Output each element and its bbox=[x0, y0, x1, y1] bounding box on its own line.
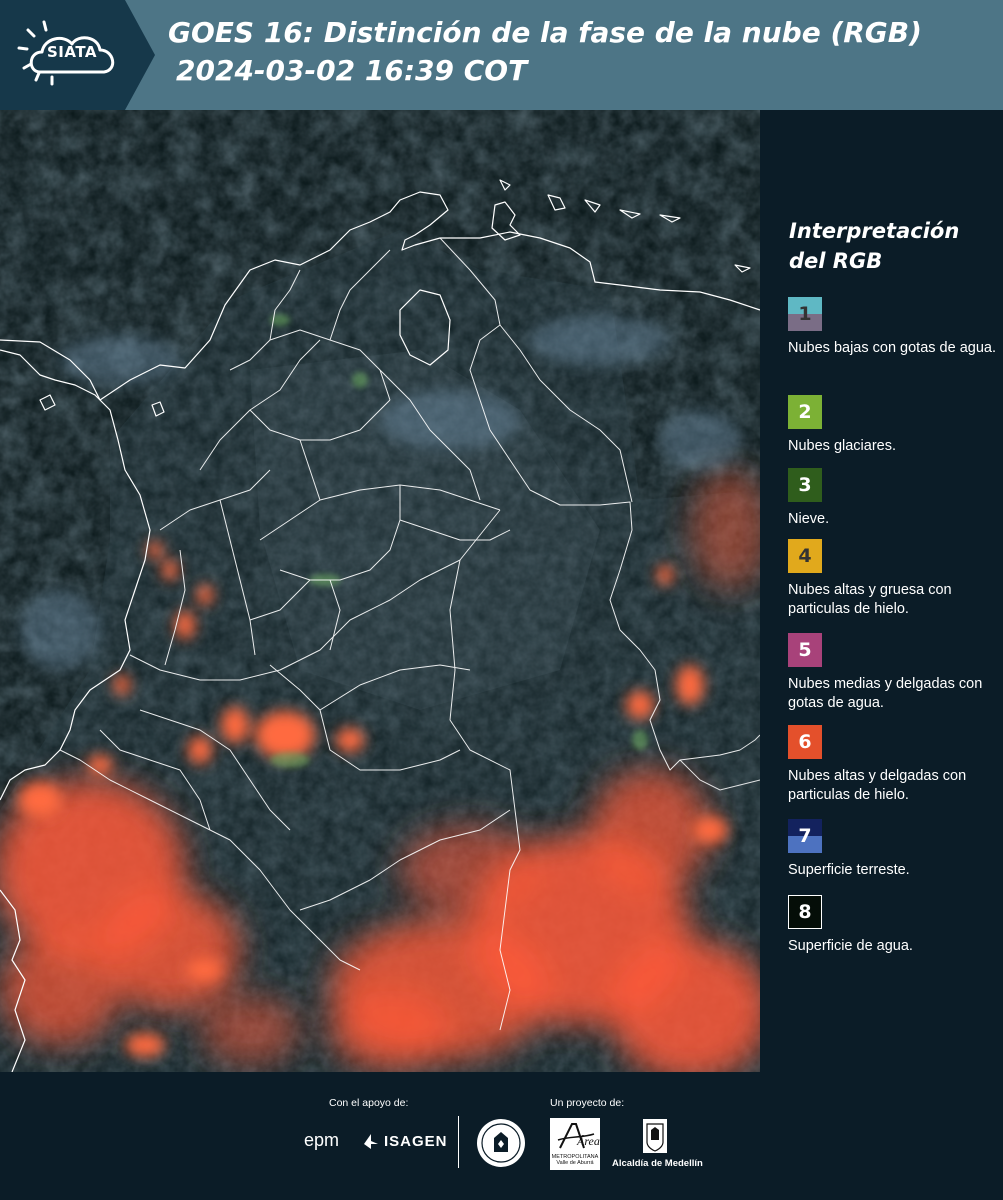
isagen-logo-text: ISAGEN bbox=[384, 1132, 448, 1150]
project-caption: Un proyecto de: bbox=[550, 1097, 625, 1109]
epm-logo[interactable]: epm bbox=[304, 1130, 339, 1151]
legend-label-4: Nubes altas y gruesa con particulas de h… bbox=[788, 582, 952, 617]
legend-item-8: 8 Superficie de agua. bbox=[788, 895, 1003, 956]
legend-swatch-1: 1 bbox=[788, 297, 822, 331]
university-seal-icon[interactable] bbox=[476, 1118, 526, 1168]
legend-item-5: 5 Nubes medias y delgadas con gotas de a… bbox=[788, 633, 1003, 713]
legend-panel: Interpretación del RGB 1 Nubes bajas con… bbox=[760, 110, 1003, 1072]
title-timestamp: 2024-03-02 16:39 COT bbox=[176, 54, 528, 87]
legend-swatch-4: 4 bbox=[788, 539, 822, 573]
footer-divider bbox=[458, 1116, 459, 1168]
alcaldia-medellin-logo[interactable]: Alcaldía de Medellín bbox=[612, 1158, 703, 1169]
sponsor-caption: Con el apoyo de: bbox=[329, 1097, 409, 1109]
legend-swatch-5: 5 bbox=[788, 633, 822, 667]
legend-swatch-2: 2 bbox=[788, 395, 822, 429]
isagen-logo[interactable]: ISAGEN bbox=[362, 1132, 448, 1150]
legend-label-1: Nubes bajas con gotas de agua. bbox=[788, 340, 996, 356]
siata-logo[interactable]: SIATA bbox=[0, 0, 155, 110]
legend-number-3: 3 bbox=[798, 474, 812, 496]
isagen-icon bbox=[364, 1134, 378, 1149]
legend-number-2: 2 bbox=[798, 401, 812, 423]
legend-label-6: Nubes altas y delgadas con particulas de… bbox=[788, 768, 967, 803]
legend-number-5: 5 bbox=[798, 639, 812, 661]
amva-logo-text: METROPOLITANA Valle de Aburrá bbox=[551, 1154, 599, 1166]
legend-swatch-8: 8 bbox=[788, 895, 822, 929]
siata-logo-text: SIATA bbox=[47, 43, 98, 61]
legend-label-5: Nubes medias y delgadas con gotas de agu… bbox=[788, 676, 983, 711]
legend-label-8: Superficie de agua. bbox=[788, 938, 913, 954]
legend-item-4: 4 Nubes altas y gruesa con particulas de… bbox=[788, 539, 1003, 619]
satellite-rgb-image bbox=[0, 110, 760, 1072]
legend-item-1: 1 Nubes bajas con gotas de agua. bbox=[788, 297, 1003, 358]
legend-swatch-6: 6 bbox=[788, 725, 822, 759]
medellin-shield-icon[interactable] bbox=[642, 1118, 668, 1154]
footer: Con el apoyo de: Un proyecto de: epm ISA… bbox=[0, 1072, 1003, 1200]
legend-label-3: Nieve. bbox=[788, 511, 830, 527]
amva-icon: Área bbox=[557, 1123, 600, 1149]
legend-number-6: 6 bbox=[798, 731, 812, 753]
satellite-map[interactable] bbox=[0, 110, 760, 1072]
svg-text:Área: Área bbox=[576, 1134, 600, 1148]
title-product: GOES 16: Distinción de la fase de la nub… bbox=[168, 16, 922, 49]
legend-label-2: Nubes glaciares. bbox=[788, 438, 896, 454]
legend-item-7: 7 Superficie terreste. bbox=[788, 819, 1003, 880]
legend-item-6: 6 Nubes altas y delgadas con particulas … bbox=[788, 725, 1003, 805]
legend-number-4: 4 bbox=[798, 545, 812, 567]
legend-swatch-3: 3 bbox=[788, 468, 822, 502]
legend-number-8: 8 bbox=[798, 901, 812, 923]
legend-number-1: 1 bbox=[798, 303, 812, 325]
legend-title: Interpretación del RGB bbox=[789, 219, 960, 273]
legend-item-3: 3 Nieve. bbox=[788, 468, 1003, 529]
page-title: GOES 16: Distinción de la fase de la nub… bbox=[168, 14, 988, 90]
legend-item-2: 2 Nubes glaciares. bbox=[788, 395, 1003, 456]
legend-swatch-7: 7 bbox=[788, 819, 822, 853]
legend-number-7: 7 bbox=[798, 825, 812, 847]
header: SIATA GOES 16: Distinción de la fase de … bbox=[0, 0, 1003, 110]
legend-label-7: Superficie terreste. bbox=[788, 862, 910, 878]
amva-logo[interactable]: Área METROPOLITANA Valle de Aburrá bbox=[550, 1118, 600, 1170]
